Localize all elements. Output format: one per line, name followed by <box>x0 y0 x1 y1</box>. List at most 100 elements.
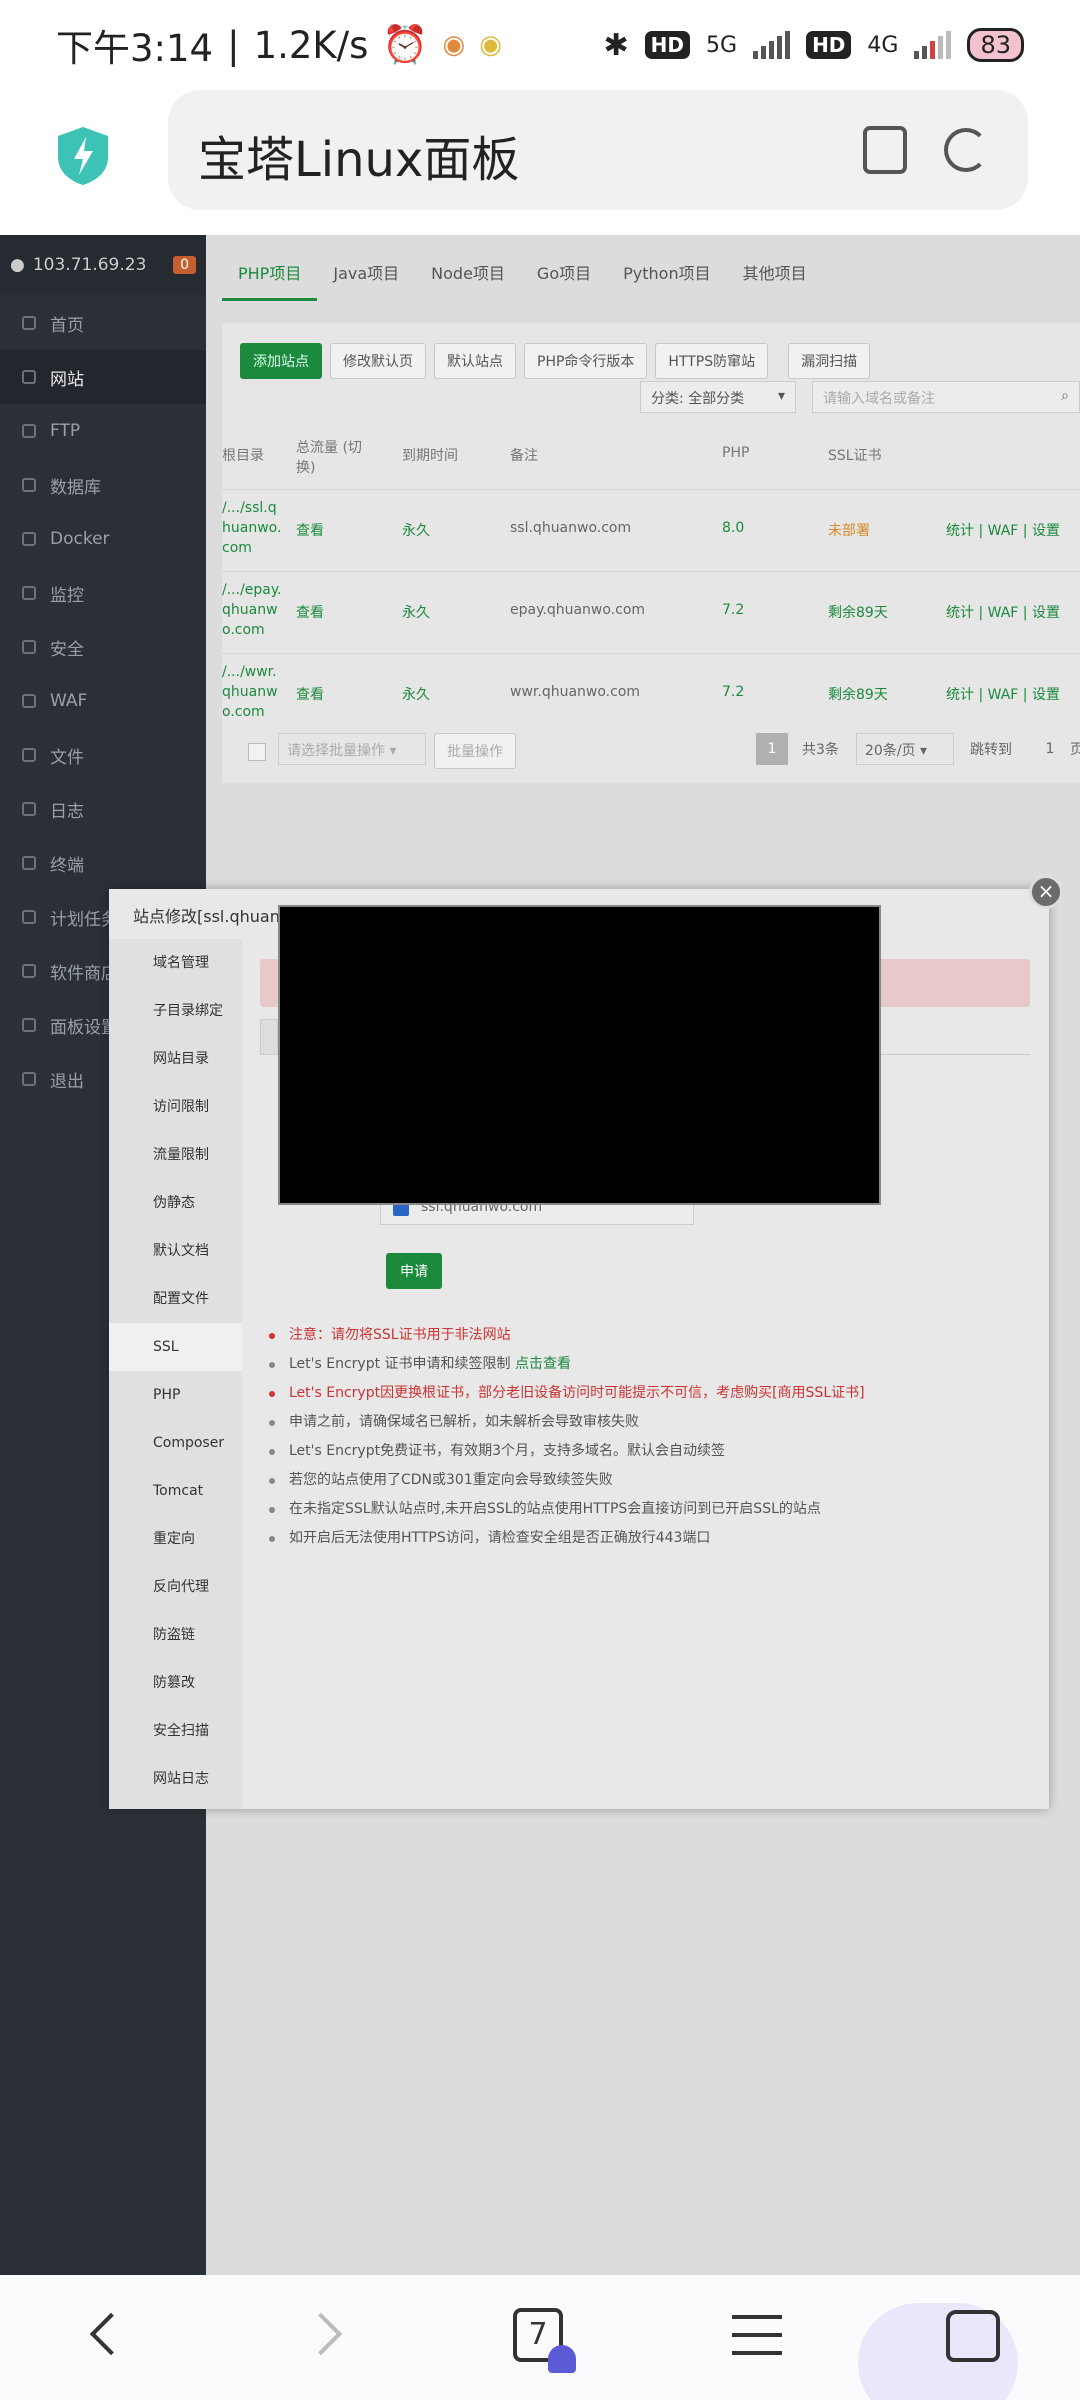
tab-java[interactable]: Java项目 <box>317 253 415 301</box>
app-notification-icon: ◉ <box>442 30 466 60</box>
address-bar[interactable]: 宝塔Linux面板 <box>168 90 1028 210</box>
menu-tamper[interactable]: 防篡改 <box>109 1659 242 1707</box>
add-bookmark-icon[interactable] <box>863 126 907 174</box>
tab-php[interactable]: PHP项目 <box>222 253 318 301</box>
note-item[interactable]: Let's Encrypt因更换根证书，部分老旧设备访问时可能提示不可信，考虑购… <box>269 1379 865 1408</box>
search-input[interactable]: 请输入域名或备注 ⌕ <box>812 381 1080 413</box>
alert-count-badge[interactable]: 0 <box>173 256 196 274</box>
sidebar-item-docker[interactable]: Docker <box>0 512 206 566</box>
tab-python[interactable]: Python项目 <box>607 253 726 301</box>
menu-site-log[interactable]: 网站日志 <box>109 1755 242 1803</box>
col-note: 备注 <box>510 448 538 464</box>
menu-icon[interactable] <box>732 2315 782 2359</box>
select-all-checkbox[interactable] <box>248 743 266 761</box>
php-version[interactable]: 7.2 <box>722 684 744 700</box>
back-icon[interactable] <box>89 2312 133 2356</box>
sidebar-item-terminal[interactable]: 终端 <box>0 836 206 890</box>
tab-other[interactable]: 其他项目 <box>727 253 823 301</box>
col-traffic[interactable]: 总流量 (切换) <box>296 437 366 477</box>
tab-go[interactable]: Go项目 <box>521 253 607 301</box>
menu-tomcat[interactable]: Tomcat <box>109 1467 242 1515</box>
menu-config-file[interactable]: 配置文件 <box>109 1275 242 1323</box>
traffic-link[interactable]: 查看 <box>296 684 324 704</box>
menu-ssl[interactable]: SSL <box>109 1323 242 1371</box>
ssl-status[interactable]: 剩余89天 <box>828 602 888 622</box>
menu-php[interactable]: PHP <box>109 1371 242 1419</box>
note-value[interactable]: epay.qhuanwo.com <box>510 602 645 618</box>
row-actions[interactable]: 统计 | WAF | 设置 <box>946 602 1060 622</box>
site-root-link[interactable]: /.../wwr.qhuanwo.com <box>222 662 282 722</box>
menu-composer[interactable]: Composer <box>109 1419 242 1467</box>
expire-value[interactable]: 永久 <box>402 684 430 704</box>
sidebar-item-waf[interactable]: WAF <box>0 674 206 728</box>
menu-rewrite[interactable]: 伪静态 <box>109 1179 242 1227</box>
sidebar-item-logs[interactable]: 日志 <box>0 782 206 836</box>
batch-select[interactable]: 请选择批量操作 ▾ <box>278 733 426 765</box>
waf-icon <box>22 694 36 708</box>
ssl-subtab[interactable] <box>260 1019 278 1055</box>
jump-input[interactable]: 1 <box>1036 733 1064 765</box>
signal-icon <box>753 31 791 59</box>
close-icon[interactable]: × <box>1029 875 1063 909</box>
hd-badge: HD <box>644 31 691 59</box>
site-root-link[interactable]: /.../epay.qhuanwo.com <box>222 580 282 640</box>
expire-value[interactable]: 永久 <box>402 602 430 622</box>
default-site-button[interactable]: 默认站点 <box>434 343 516 379</box>
menu-domain[interactable]: 域名管理 <box>109 939 242 987</box>
ssl-status[interactable]: 剩余89天 <box>828 684 888 704</box>
col-expire[interactable]: 到期时间 <box>402 445 458 465</box>
status-separator: | <box>227 23 240 67</box>
sidebar-item-security[interactable]: 安全 <box>0 620 206 674</box>
home-icon[interactable] <box>946 2310 1000 2362</box>
php-cli-button[interactable]: PHP命令行版本 <box>524 343 648 379</box>
add-site-button[interactable]: 添加站点 <box>240 343 322 379</box>
sidebar-item-home[interactable]: 首页 <box>0 296 206 350</box>
category-select[interactable]: 分类: 全部分类 ▾ <box>640 381 796 413</box>
menu-site-dir[interactable]: 网站目录 <box>109 1035 242 1083</box>
forward-icon[interactable] <box>299 2312 343 2356</box>
sidebar-item-website[interactable]: 网站 <box>0 350 206 404</box>
edit-default-page-button[interactable]: 修改默认页 <box>330 343 426 379</box>
note-value[interactable]: wwr.qhuanwo.com <box>510 684 640 700</box>
menu-default-doc[interactable]: 默认文档 <box>109 1227 242 1275</box>
sidebar-item-monitor[interactable]: 监控 <box>0 566 206 620</box>
php-version[interactable]: 7.2 <box>722 602 744 618</box>
traffic-link[interactable]: 查看 <box>296 520 324 540</box>
https-guard-button[interactable]: HTTPS防窜站 <box>655 343 769 379</box>
menu-security-scan[interactable]: 安全扫描 <box>109 1707 242 1755</box>
page-unit: 页 <box>1070 742 1080 758</box>
apply-button[interactable]: 申请 <box>386 1253 442 1289</box>
row-actions[interactable]: 统计 | WAF | 设置 <box>946 684 1060 704</box>
project-tabs: PHP项目 Java项目 Node项目 Go项目 Python项目 其他项目 <box>222 253 823 301</box>
page-number[interactable]: 1 <box>756 733 788 765</box>
sidebar-item-database[interactable]: 数据库 <box>0 458 206 512</box>
browser-bottom-nav: 7 <box>0 2275 1080 2400</box>
view-link[interactable]: 点击查看 <box>515 1356 571 1372</box>
batch-button[interactable]: 批量操作 <box>434 733 516 769</box>
row-actions[interactable]: 统计 | WAF | 设置 <box>946 520 1060 540</box>
note-value[interactable]: ssl.qhuanwo.com <box>510 520 631 536</box>
sidebar-item-ftp[interactable]: FTP <box>0 404 206 458</box>
site-root-link[interactable]: /.../ssl.qhuanwo.com <box>222 498 282 558</box>
tab-node[interactable]: Node项目 <box>415 253 521 301</box>
menu-reverse-proxy[interactable]: 反向代理 <box>109 1563 242 1611</box>
table-row: /.../wwr.qhuanwo.com 查看 永久 wwr.qhuanwo.c… <box>222 653 1080 735</box>
vuln-scan-button[interactable]: 漏洞扫描 <box>788 343 871 379</box>
php-version[interactable]: 8.0 <box>722 520 744 536</box>
per-page-select[interactable]: 20条/页 ▾ <box>856 733 954 765</box>
menu-access-limit[interactable]: 访问限制 <box>109 1083 242 1131</box>
expire-value[interactable]: 永久 <box>402 520 430 540</box>
menu-traffic-limit[interactable]: 流量限制 <box>109 1131 242 1179</box>
search-icon[interactable]: ⌕ <box>1061 388 1069 404</box>
sidebar-item-files[interactable]: 文件 <box>0 728 206 782</box>
network-type-4g: 4G <box>867 32 899 58</box>
reload-icon[interactable] <box>944 128 988 172</box>
menu-subdir[interactable]: 子目录绑定 <box>109 987 242 1035</box>
menu-hotlink[interactable]: 防盗链 <box>109 1611 242 1659</box>
ssl-status[interactable]: 未部署 <box>828 520 870 540</box>
menu-redirect[interactable]: 重定向 <box>109 1515 242 1563</box>
terminal-icon <box>22 856 36 870</box>
shield-icon[interactable] <box>56 125 110 187</box>
traffic-link[interactable]: 查看 <box>296 602 324 622</box>
table-header: 根目录 总流量 (切换) 到期时间 备注 PHP SSL证书 <box>222 425 1080 489</box>
